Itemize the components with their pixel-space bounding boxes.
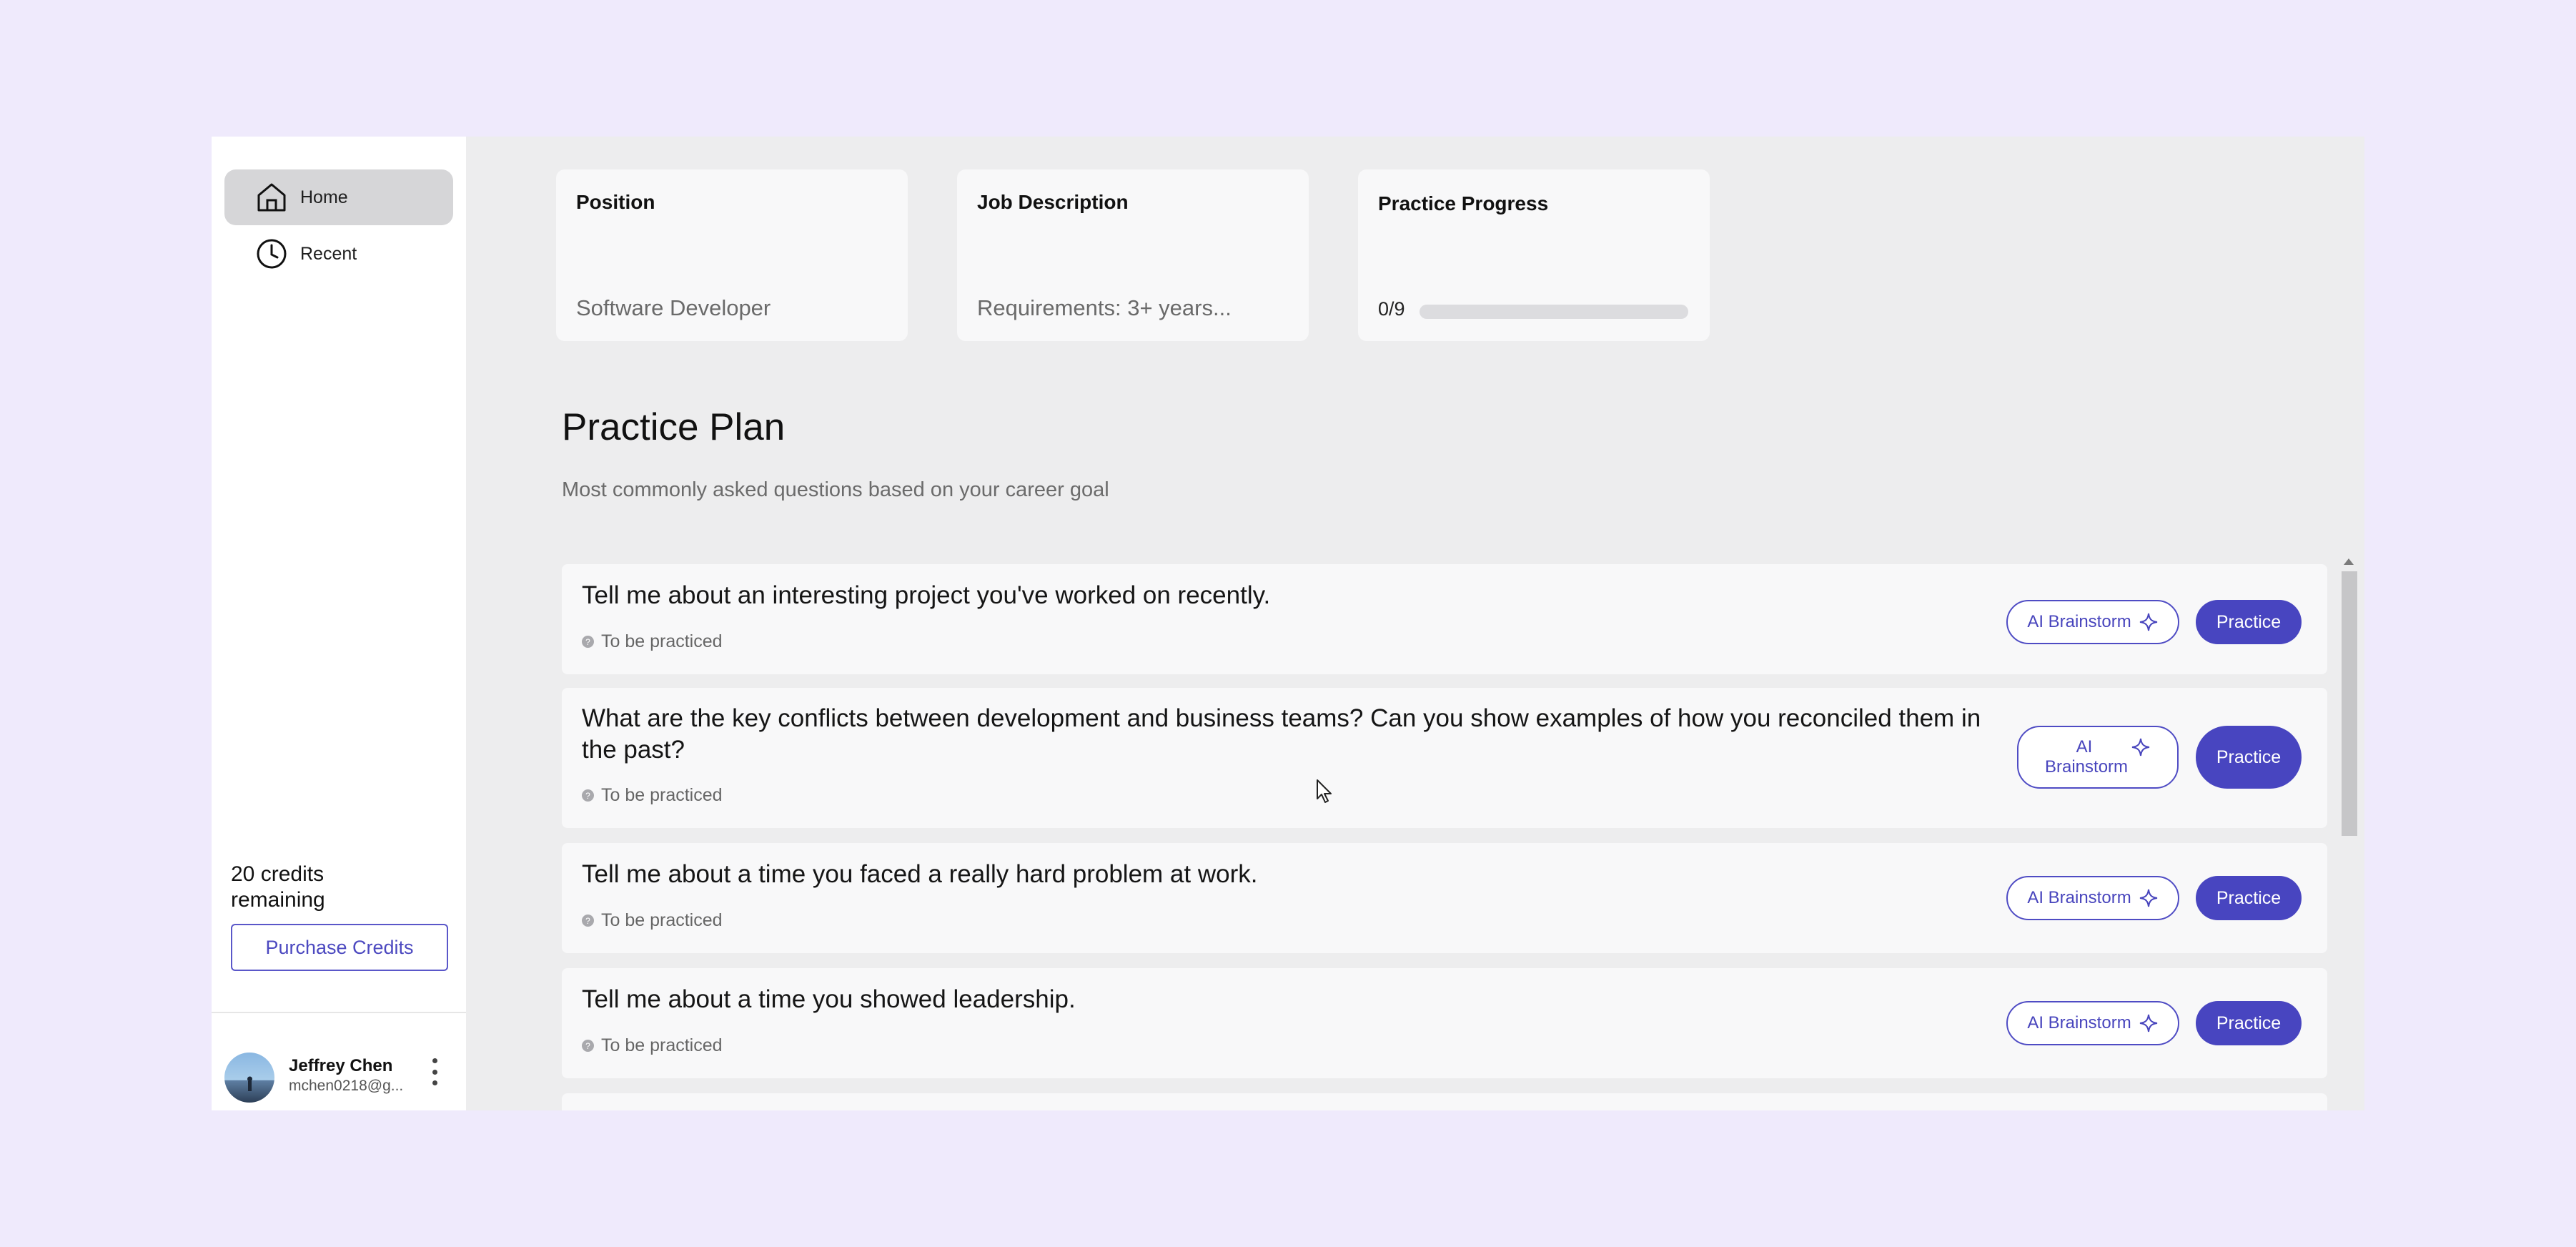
practice-button[interactable]: Practice [2196,876,2302,920]
question-text: Tell me about a time you showed leadersh… [582,985,1076,1013]
job-description-value: Requirements: 3+ years... [977,295,1232,320]
status-badge: ? To be practiced [582,631,723,652]
user-email: mchen0218@g... [289,1078,404,1094]
status-badge: ? To be practiced [582,785,723,806]
divider [212,1012,466,1013]
status-text: To be practiced [601,910,723,930]
scrollbar-thumb[interactable] [2342,571,2357,836]
list-item [562,1093,2327,1110]
status-text: To be practiced [601,1035,723,1055]
card-title: Job Description [977,191,1129,213]
practice-progress-card: Practice Progress 0/9 [1358,169,1710,341]
sidebar: Home Recent 20 credits remaining Purchas… [212,137,466,1110]
card-title: Practice Progress [1378,192,1549,215]
status-badge: ? To be practiced [582,1035,723,1056]
user-name: Jeffrey Chen [289,1056,393,1075]
sidebar-item-recent[interactable]: Recent [224,226,453,282]
ai-brainstorm-button[interactable]: AI Brainstorm [2006,1001,2179,1045]
mouse-cursor-icon [1316,779,1334,808]
question-text: Tell me about a time you faced a really … [582,860,1258,888]
list-item: Tell me about a time you faced a really … [562,843,2327,953]
ai-brainstorm-label: AI Brainstorm [2027,612,2131,631]
status-dot-icon: ? [582,636,594,648]
list-item: What are the key conflicts between devel… [562,688,2327,828]
scrollbar[interactable] [2340,558,2357,1110]
sidebar-item-label: Recent [300,243,357,264]
question-text: Tell me about an interesting project you… [582,581,1271,609]
progress-count: 0/9 [1378,298,1405,320]
status-badge: ? To be practiced [582,910,723,931]
status-dot-icon: ? [582,1040,594,1052]
avatar[interactable] [224,1053,274,1103]
progress-bar [1420,305,1688,319]
page-title: Practice Plan [562,406,786,448]
page-subtitle: Most commonly asked questions based on y… [562,478,1109,501]
ai-brainstorm-label: AI Brainstorm [2027,1013,2131,1032]
status-dot-icon: ? [582,789,594,802]
job-description-card[interactable]: Job Description Requirements: 3+ years..… [957,169,1309,341]
status-dot-icon: ? [582,915,594,927]
status-text: To be practiced [601,631,723,651]
more-options-icon[interactable] [427,1054,442,1090]
sidebar-item-label: Home [300,187,348,207]
ai-brainstorm-label: AI Brainstorm [2027,888,2131,907]
practice-button[interactable]: Practice [2196,726,2302,789]
clock-icon [254,237,289,271]
sparkle-icon [2131,737,2151,757]
home-icon [254,180,289,215]
sparkle-icon [2139,1013,2159,1033]
question-text: What are the key conflicts between devel… [582,704,1981,764]
card-title: Position [576,191,655,213]
sparkle-icon [2139,612,2159,632]
position-value: Software Developer [576,295,771,320]
sparkle-icon [2139,888,2159,908]
position-card[interactable]: Position Software Developer [556,169,908,341]
ai-brainstorm-label: AI Brainstorm [2045,737,2129,777]
ai-brainstorm-button[interactable]: AI Brainstorm [2006,600,2179,644]
purchase-credits-button[interactable]: Purchase Credits [231,924,448,971]
credits-remaining: 20 credits remaining [231,862,325,912]
list-item: Tell me about an interesting project you… [562,564,2327,674]
scroll-up-icon[interactable] [2344,558,2354,565]
practice-button[interactable]: Practice [2196,600,2302,644]
sidebar-item-home[interactable]: Home [224,169,453,225]
list-item: Tell me about a time you showed leadersh… [562,968,2327,1078]
ai-brainstorm-button[interactable]: AI Brainstorm [2017,726,2179,789]
ai-brainstorm-button[interactable]: AI Brainstorm [2006,876,2179,920]
app-window: Home Recent 20 credits remaining Purchas… [212,137,2364,1110]
practice-button[interactable]: Practice [2196,1001,2302,1045]
status-text: To be practiced [601,785,723,805]
